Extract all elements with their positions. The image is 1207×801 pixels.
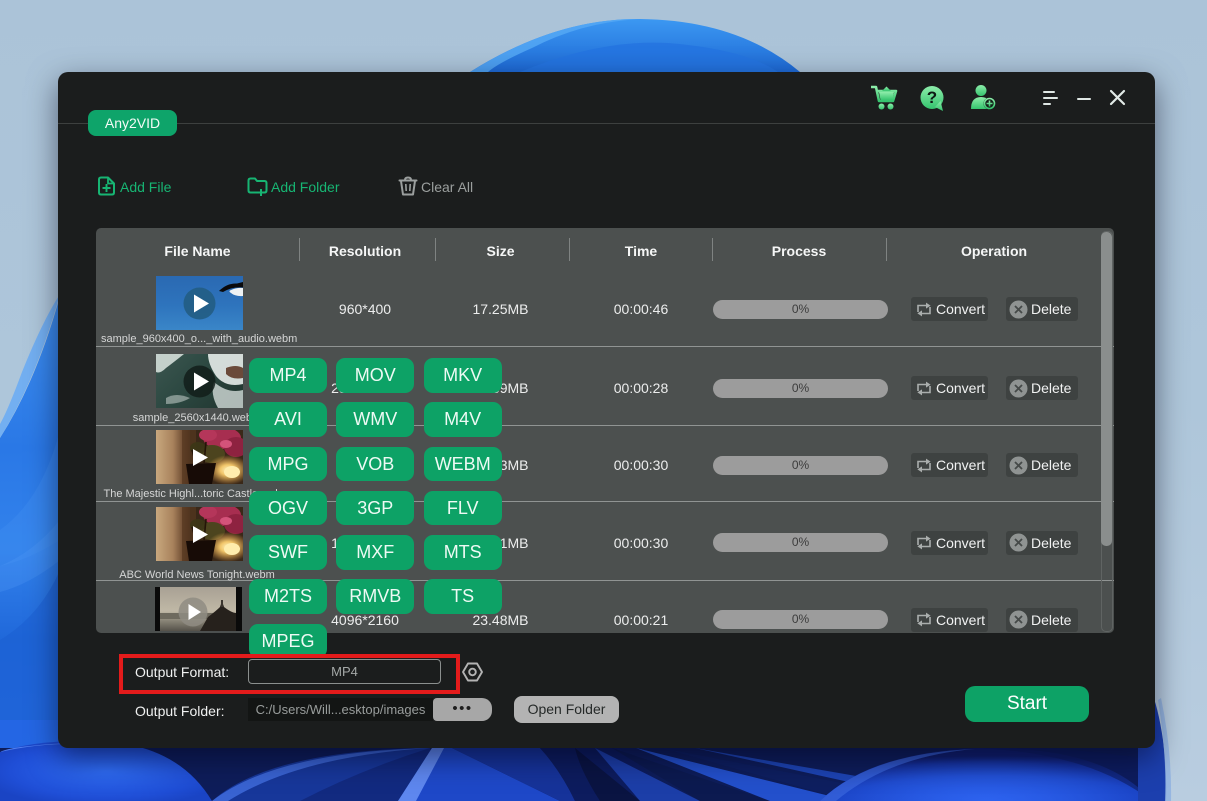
svg-text:?: ? xyxy=(927,88,937,107)
